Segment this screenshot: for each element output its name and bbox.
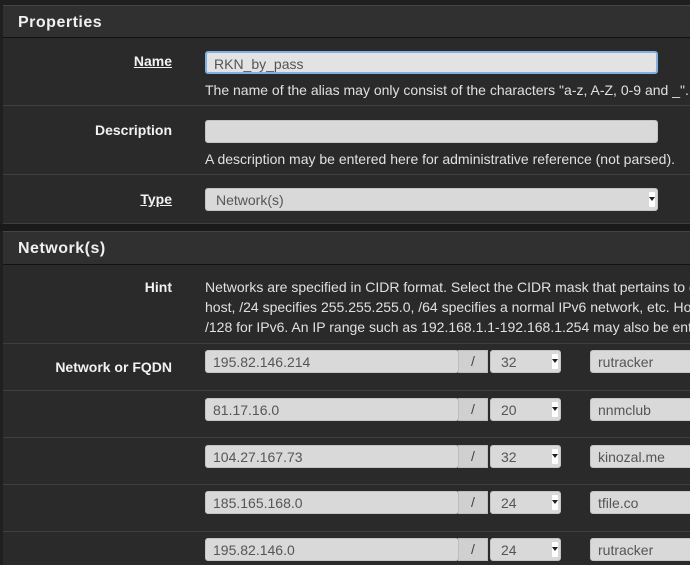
chevron-down-icon <box>552 449 558 464</box>
type-label: Type <box>140 191 172 207</box>
properties-panel-header: Properties <box>3 5 690 38</box>
chevron-down-icon <box>552 354 558 369</box>
hint-line: /128 for IPv6. An IP range such as 192.1… <box>205 319 690 335</box>
network-description-input[interactable]: kinozal.me <box>590 445 690 468</box>
cidr-mask-select[interactable]: 32 <box>490 350 561 373</box>
cidr-slash: / <box>458 350 488 373</box>
network-row: 195.82.146.0 / 24 rutracker <box>3 532 690 565</box>
name-label: Name <box>133 53 172 69</box>
chevron-down-icon <box>552 402 558 417</box>
network-row: Network or FQDN 195.82.146.214 / 32 rutr… <box>3 344 690 391</box>
cidr-slash: / <box>458 398 488 421</box>
network-address-input[interactable]: 104.27.167.73 <box>205 445 459 468</box>
network-row: 185.165.168.0 / 24 tfile.co <box>3 485 690 532</box>
hint-line: Networks are specified in CIDR format. S… <box>205 279 690 295</box>
network-address-input[interactable]: 195.82.146.0 <box>205 538 459 561</box>
description-label: Description <box>94 122 172 138</box>
network-row: 104.27.167.73 / 32 kinozal.me <box>3 438 690 485</box>
description-input[interactable] <box>205 120 658 143</box>
hint-label: Hint <box>144 279 172 295</box>
network-label: Network or FQDN <box>55 359 172 375</box>
networks-panel-header: Network(s) <box>3 231 690 265</box>
hint-text: Networks are specified in CIDR format. S… <box>205 277 690 337</box>
type-row: Type Network(s) <box>3 175 690 224</box>
name-help-text: The name of the alias may only consist o… <box>205 82 689 98</box>
chevron-down-icon <box>552 542 558 557</box>
description-help-text: A description may be entered here for ad… <box>205 151 676 167</box>
network-row: 81.17.16.0 / 20 nnmclub <box>3 391 690 438</box>
panel-gap <box>0 224 690 231</box>
hint-row: Hint Networks are specified in CIDR form… <box>3 265 690 344</box>
network-address-input[interactable]: 185.165.168.0 <box>205 491 459 514</box>
type-select[interactable]: Network(s) <box>205 188 658 211</box>
chevron-down-icon <box>552 495 558 510</box>
description-row: Description A description may be entered… <box>3 106 690 175</box>
network-address-input[interactable]: 195.82.146.214 <box>205 350 459 373</box>
network-description-input[interactable]: rutracker <box>590 538 690 561</box>
cidr-mask-value: 24 <box>501 542 517 558</box>
cidr-slash: / <box>458 491 488 514</box>
chevron-down-icon <box>649 192 655 207</box>
properties-title: Properties <box>18 14 103 31</box>
cidr-mask-value: 20 <box>501 402 517 418</box>
network-description-input[interactable]: tfile.co <box>590 491 690 514</box>
cidr-mask-value: 32 <box>501 354 517 370</box>
network-description-input[interactable]: rutracker <box>590 350 690 373</box>
network-address-input[interactable]: 81.17.16.0 <box>205 398 459 421</box>
name-row: Name RKN_by_pass The name of the alias m… <box>3 38 690 106</box>
cidr-slash: / <box>458 445 488 468</box>
network-description-input[interactable]: nnmclub <box>590 398 690 421</box>
cidr-mask-select[interactable]: 24 <box>490 491 561 514</box>
cidr-mask-select[interactable]: 20 <box>490 398 561 421</box>
networks-title: Network(s) <box>18 240 106 257</box>
cidr-mask-value: 32 <box>501 449 517 465</box>
name-input[interactable]: RKN_by_pass <box>205 51 658 74</box>
cidr-mask-select[interactable]: 32 <box>490 445 561 468</box>
hint-line: host, /24 specifies 255.255.255.0, /64 s… <box>205 299 690 315</box>
type-select-value: Network(s) <box>216 192 284 208</box>
cidr-slash: / <box>458 538 488 561</box>
cidr-mask-select[interactable]: 24 <box>490 538 561 561</box>
cidr-mask-value: 24 <box>501 495 517 511</box>
